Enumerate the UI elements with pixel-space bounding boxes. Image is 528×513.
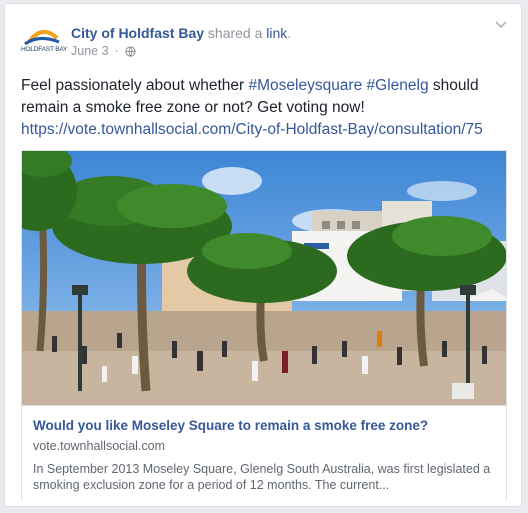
attachment-photo[interactable] <box>22 151 506 405</box>
chevron-down-icon[interactable] <box>495 21 507 29</box>
post-date[interactable]: June 3 <box>71 44 109 58</box>
attachment-description: In September 2013 Moseley Square, Glenel… <box>33 462 491 492</box>
post-meta: June 3 · <box>71 44 136 58</box>
post-url[interactable]: https://vote.townhallsocial.com/City-of-… <box>21 121 483 138</box>
action-end: . <box>287 25 292 41</box>
action-text: shared a <box>204 25 267 41</box>
action-link[interactable]: link <box>266 25 287 41</box>
holdfast-bay-logo <box>24 30 60 46</box>
hashtag-glenelg[interactable]: #Glenelg <box>367 77 429 94</box>
post-card: HOLDFAST BAY City of Holdfast Bay shared… <box>4 3 522 507</box>
post-text-start: Feel passionately about whether <box>21 77 249 94</box>
hashtag-moseleysquare[interactable]: #Moseleysquare <box>248 77 362 94</box>
post-header: City of Holdfast Bay shared a link. <box>71 25 291 41</box>
link-attachment[interactable]: Would you like Moseley Square to remain … <box>21 150 507 500</box>
globe-icon[interactable] <box>125 45 136 57</box>
attachment-domain: vote.townhallsocial.com <box>33 439 166 453</box>
page-avatar[interactable]: HOLDFAST BAY <box>21 24 67 56</box>
author-name[interactable]: City of Holdfast Bay <box>71 25 204 41</box>
logo-text: HOLDFAST BAY <box>21 46 68 53</box>
attachment-footer[interactable]: Would you like Moseley Square to remain … <box>22 405 506 500</box>
post-text: Feel passionately about whether #Moseley… <box>21 75 511 141</box>
moseley-square-photo <box>22 151 506 405</box>
attachment-title[interactable]: Would you like Moseley Square to remain … <box>33 418 428 433</box>
